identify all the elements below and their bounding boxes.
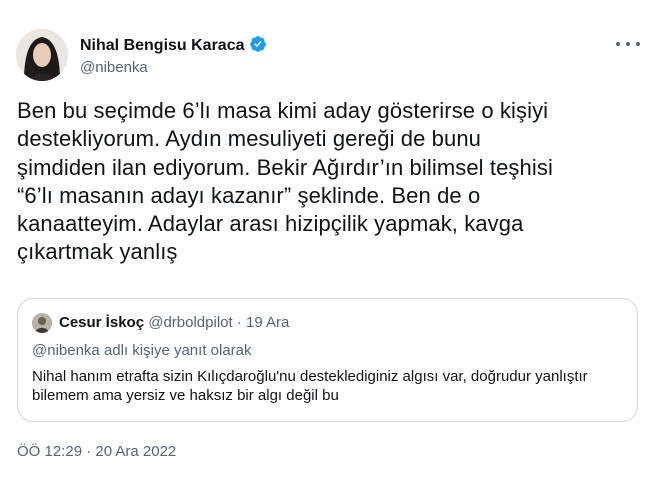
quote-author-name: Cesur İskoç: [59, 314, 145, 331]
verified-badge-icon: [249, 35, 267, 58]
quote-reply-context: @nibenka adlı kişiye yanıt olarak: [32, 342, 252, 359]
quote-avatar: [32, 313, 52, 333]
quote-header: Cesur İskoç @drboldpilot · 19 Ara: [59, 314, 289, 331]
quote-separator: ·: [232, 314, 247, 331]
author-name-row[interactable]: Nihal Bengisu Karaca: [80, 35, 267, 58]
more-options-icon[interactable]: [616, 36, 640, 52]
author-handle[interactable]: @nibenka: [80, 59, 148, 76]
tweet-text: Ben bu seçimde 6’lı masa kimi aday göste…: [17, 98, 553, 265]
author-avatar[interactable]: [16, 29, 68, 81]
quote-date: 19 Ara: [246, 314, 290, 331]
quoted-tweet[interactable]: Cesur İskoç @drboldpilot · 19 Ara @niben…: [17, 298, 638, 422]
quote-author-handle: @drboldpilot: [148, 314, 233, 331]
tweet-timestamp[interactable]: ÖÖ 12:29 · 20 Ara 2022: [17, 443, 176, 460]
quote-text: Nihal hanım etrafta sizin Kılıçdaroğlu'n…: [32, 368, 588, 404]
author-name[interactable]: Nihal Bengisu Karaca: [80, 37, 245, 54]
